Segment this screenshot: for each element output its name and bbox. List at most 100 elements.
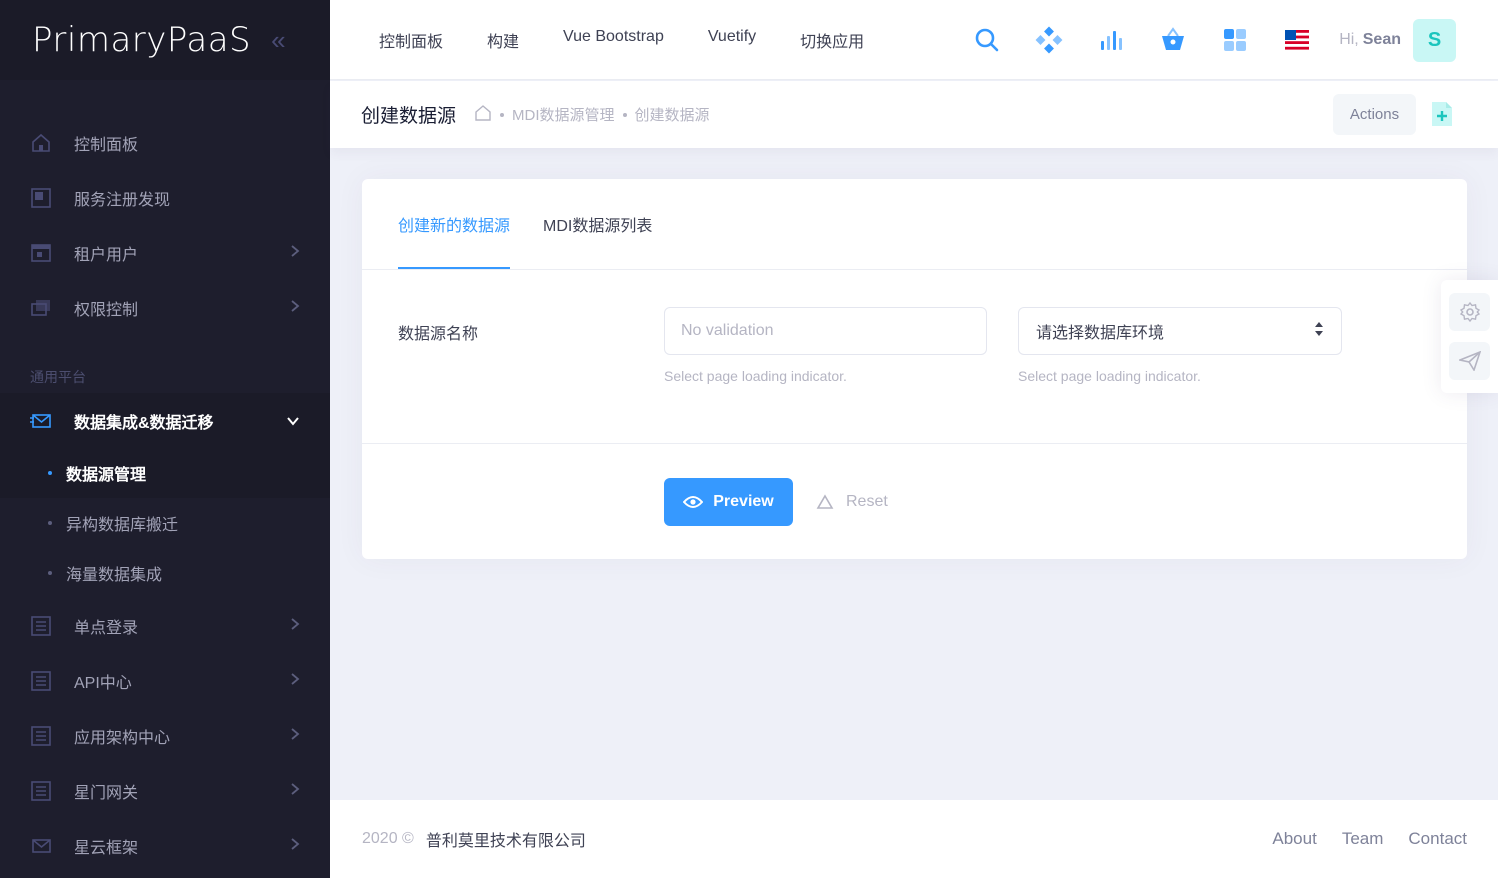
sidebar-menu: 控制面板 服务注册发现 租户用户 权限控制 通用平台 数据集成&数据迁移 数据源… xyxy=(0,115,330,873)
select-hint: Select page loading indicator. xyxy=(1018,368,1201,384)
sidebar-toggle-icon[interactable]: « xyxy=(271,25,286,56)
sidebar-item-data-integration[interactable]: 数据集成&数据迁移 xyxy=(0,393,330,448)
sidebar-item-label: 控制面板 xyxy=(74,136,139,154)
bullet-icon xyxy=(48,471,52,475)
chevron-right-icon xyxy=(290,672,300,689)
sidebar-item-dashboard[interactable]: 控制面板 xyxy=(0,115,330,170)
sidebar-subitem-label: 数据源管理 xyxy=(66,467,147,484)
sidebar-item-tenant-users[interactable]: 租户用户 xyxy=(0,225,330,280)
sidebar-item-nebula-framework[interactable]: 星云框架 xyxy=(0,818,330,873)
diamond-grid-icon[interactable] xyxy=(1027,18,1071,62)
sidebar-section-title: 通用平台 xyxy=(30,369,86,385)
sidebar-item-label: API中心 xyxy=(74,674,132,692)
datasource-name-label: 数据源名称 xyxy=(398,326,479,343)
greeting: Hi, Sean xyxy=(1339,31,1401,49)
add-file-icon[interactable] xyxy=(1430,100,1454,128)
top-nav-vue-bootstrap[interactable]: Vue Bootstrap xyxy=(563,28,664,52)
actions-button[interactable]: Actions xyxy=(1333,94,1416,135)
sort-arrows-icon xyxy=(1314,321,1324,342)
top-header: 控制面板 构建 Vue Bootstrap Vuetify 切换应用 Hi, Se… xyxy=(330,0,1498,80)
copyright-company[interactable]: 普利莫里技术有限公司 xyxy=(426,827,586,851)
list-icon xyxy=(30,725,52,747)
basket-icon[interactable] xyxy=(1151,18,1195,62)
sidebar-item-label: 应用架构中心 xyxy=(74,729,171,747)
list-icon xyxy=(30,780,52,802)
breadcrumb-separator xyxy=(500,112,505,117)
mail-icon xyxy=(30,835,52,857)
page-footer: 2020 © 普利莫里技术有限公司 About Team Contact xyxy=(330,800,1498,878)
preview-button[interactable]: Preview xyxy=(664,478,793,526)
page-title: 创建数据源 xyxy=(361,106,457,127)
breadcrumb-item[interactable]: 创建数据源 xyxy=(635,104,710,125)
sidebar-subitem-heterogeneous-migration[interactable]: 异构数据库搬迁 xyxy=(0,498,330,548)
header-toolbar: Hi, Sean S xyxy=(947,18,1456,62)
breadcrumb-item[interactable]: MDI数据源管理 xyxy=(512,104,615,125)
chevron-right-icon xyxy=(290,617,300,634)
tab-create-datasource[interactable]: 创建新的数据源 xyxy=(398,178,511,269)
mail-icon xyxy=(30,410,52,432)
preview-button-label: Preview xyxy=(713,493,774,510)
sidebar-item-stargate-gateway[interactable]: 星门网关 xyxy=(0,763,330,818)
top-nav-build[interactable]: 构建 xyxy=(487,28,519,52)
top-nav-vuetify[interactable]: Vuetify xyxy=(708,28,756,52)
apps-grid-icon[interactable] xyxy=(1213,18,1257,62)
tabs: 创建新的数据源 MDI数据源列表 xyxy=(362,179,1467,270)
footer-link-contact[interactable]: Contact xyxy=(1408,829,1467,849)
eye-icon xyxy=(683,495,704,509)
settings-gear-icon[interactable] xyxy=(1449,293,1490,331)
sidebar-item-sso[interactable]: 单点登录 xyxy=(0,598,330,653)
bar-chart-icon[interactable] xyxy=(1089,18,1133,62)
sidebar-subitem-massive-data-integration[interactable]: 海量数据集成 xyxy=(0,548,330,598)
tab-datasource-list[interactable]: MDI数据源列表 xyxy=(543,178,652,269)
reset-button[interactable]: Reset xyxy=(816,478,888,526)
top-nav: 控制面板 构建 Vue Bootstrap Vuetify 切换应用 xyxy=(379,28,908,52)
sidebar-submenu: 数据源管理 异构数据库搬迁 海量数据集成 xyxy=(0,448,330,598)
reset-button-label: Reset xyxy=(846,493,888,510)
datasource-card: 创建新的数据源 MDI数据源列表 数据源名称 Select page loadi… xyxy=(362,179,1467,559)
footer-link-team[interactable]: Team xyxy=(1342,829,1384,849)
sidebar-item-app-architecture[interactable]: 应用架构中心 xyxy=(0,708,330,763)
input-hint: Select page loading indicator. xyxy=(664,368,847,384)
sidebar-item-label: 服务注册发现 xyxy=(74,191,171,209)
send-icon[interactable] xyxy=(1449,342,1490,380)
form-actions: Preview Reset xyxy=(362,444,1467,558)
sidebar-item-label: 星门网关 xyxy=(74,784,139,802)
user-name[interactable]: Sean xyxy=(1363,31,1401,48)
datasource-name-input[interactable] xyxy=(664,307,987,355)
sidebar-subitem-label: 异构数据库搬迁 xyxy=(66,517,179,534)
list-icon xyxy=(30,615,52,637)
subheader: 创建数据源 MDI数据源管理 创建数据源 Actions xyxy=(330,81,1498,148)
sidebar-item-label: 星云框架 xyxy=(74,839,139,857)
sidebar-item-label: 租户用户 xyxy=(74,246,139,264)
brand-logo[interactable]: PrimaryPaaS xyxy=(32,20,251,60)
chevron-right-icon xyxy=(290,299,300,316)
sidebar-subitem-label: 海量数据集成 xyxy=(66,567,163,584)
top-nav-switch-app[interactable]: 切换应用 xyxy=(800,28,864,52)
us-flag-icon[interactable] xyxy=(1275,18,1319,62)
search-icon[interactable] xyxy=(965,18,1009,62)
sidebar-item-service-registry[interactable]: 服务注册发现 xyxy=(0,170,330,225)
chevron-down-icon xyxy=(286,413,300,429)
chevron-right-icon xyxy=(290,782,300,799)
sidebar-item-permissions[interactable]: 权限控制 xyxy=(0,280,330,335)
layers-icon xyxy=(30,297,52,319)
footer-link-about[interactable]: About xyxy=(1272,829,1316,849)
sidebar-subitem-datasource-management[interactable]: 数据源管理 xyxy=(0,448,330,498)
avatar[interactable]: S xyxy=(1413,18,1456,62)
sidebar-item-label: 权限控制 xyxy=(74,301,139,319)
greeting-text: Hi, xyxy=(1339,31,1359,48)
list-icon xyxy=(30,670,52,692)
top-nav-dashboard[interactable]: 控制面板 xyxy=(379,28,443,52)
breadcrumb-home-icon[interactable] xyxy=(474,104,492,126)
chevron-right-icon xyxy=(290,837,300,854)
database-env-select[interactable]: 请选择数据库环境 xyxy=(1018,307,1342,355)
sidebar: PrimaryPaaS « 控制面板 服务注册发现 租户用户 权限控制 通用平台… xyxy=(0,0,330,878)
sidebar-item-api-center[interactable]: API中心 xyxy=(0,653,330,708)
form-row-datasource-name: 数据源名称 Select page loading indicator. 请选择… xyxy=(362,270,1467,444)
bullet-icon xyxy=(48,521,52,525)
brand: PrimaryPaaS « xyxy=(0,0,330,80)
browser-icon xyxy=(30,242,52,264)
footer-links: About Team Contact xyxy=(1247,829,1467,849)
breadcrumb: MDI数据源管理 创建数据源 xyxy=(474,104,710,126)
layout-icon xyxy=(30,187,52,209)
